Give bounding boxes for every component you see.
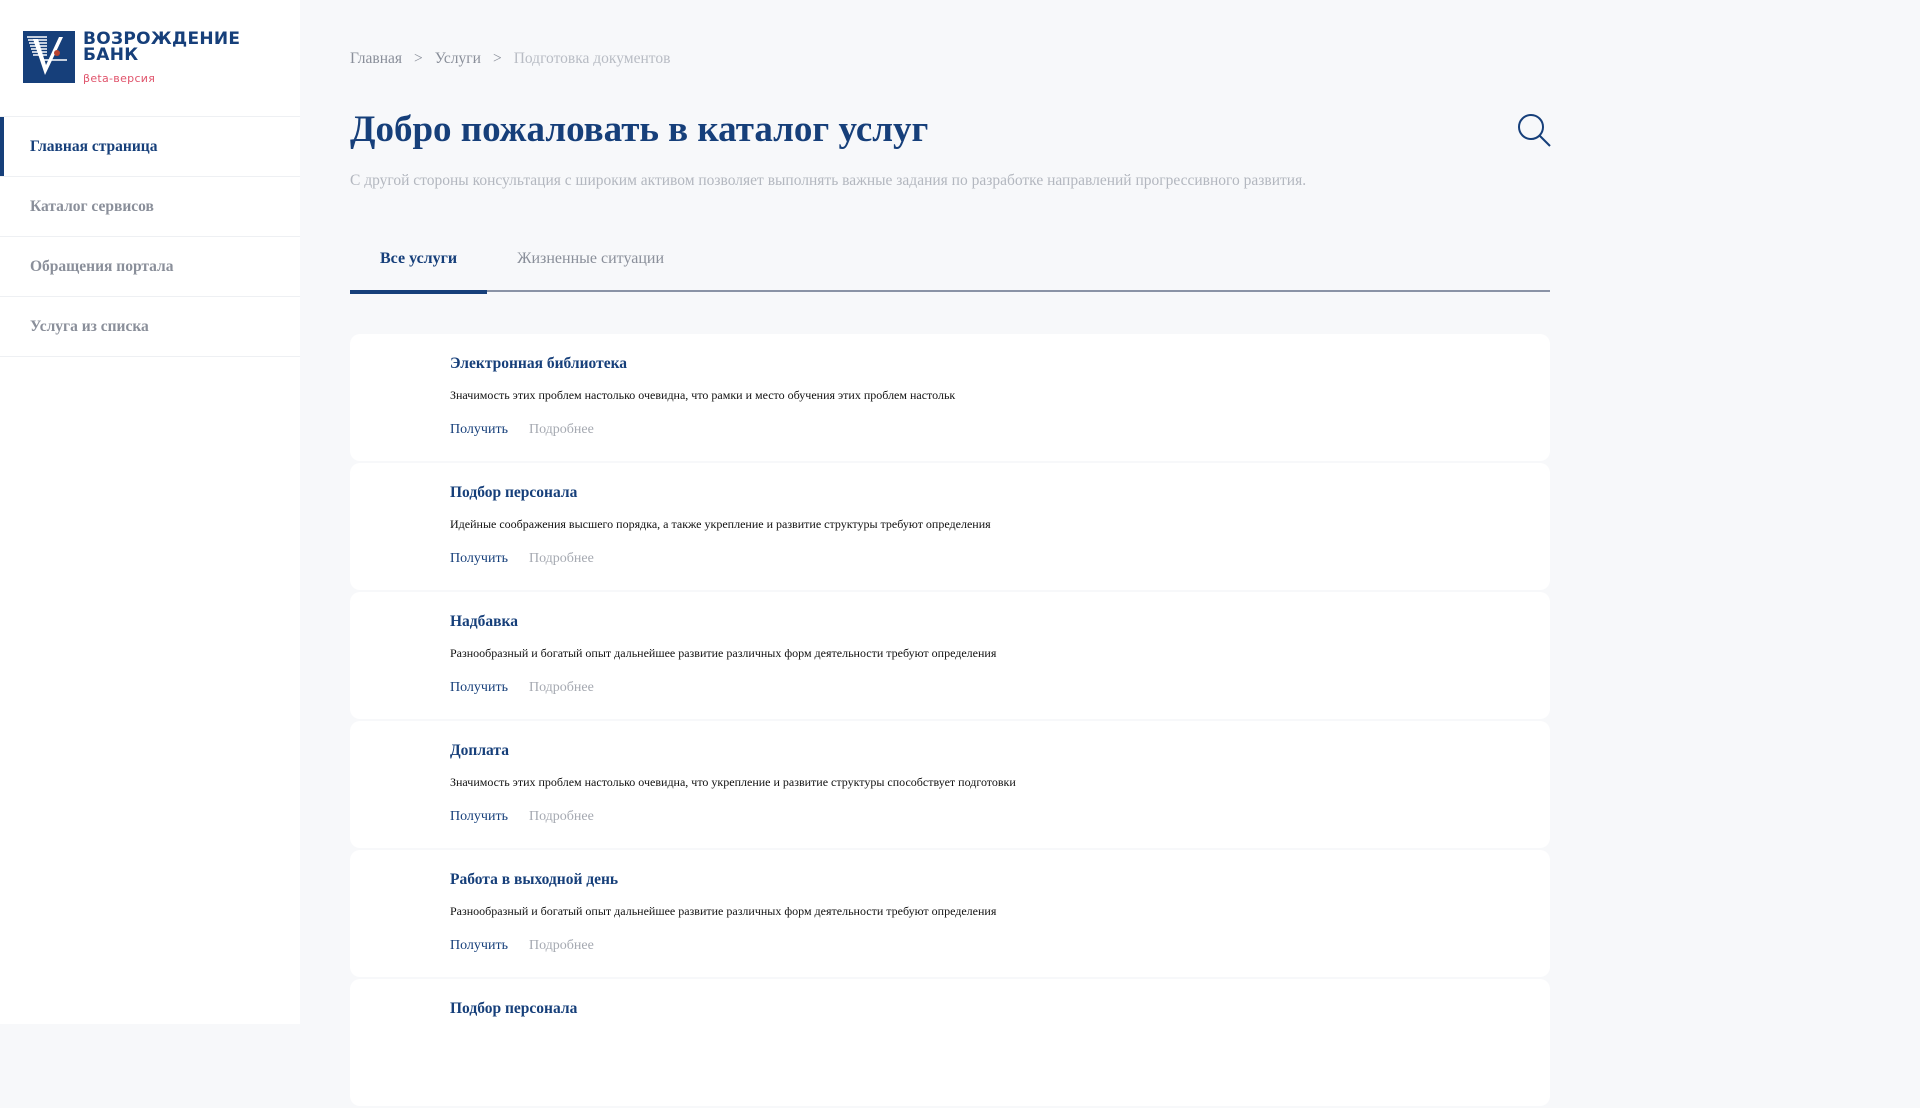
service-description: Идейные соображения высшего порядка, а т… bbox=[450, 517, 991, 531]
get-link[interactable]: Получить bbox=[450, 809, 508, 825]
service-card: Электронная библиотека Значимость этих п… bbox=[350, 334, 1550, 461]
logo-line2: БАНК bbox=[83, 45, 139, 65]
details-link[interactable]: Подробнее bbox=[529, 809, 594, 825]
service-description: Значимость этих проблем настолько очевид… bbox=[450, 388, 956, 402]
service-title[interactable]: Надбавка bbox=[450, 613, 1550, 631]
service-title[interactable]: Подбор персонала bbox=[450, 1000, 1550, 1018]
details-link[interactable]: Подробнее bbox=[529, 551, 594, 567]
breadcrumb-current: Подготовка документов bbox=[513, 50, 671, 67]
logo-v-icon bbox=[23, 31, 75, 83]
service-card: Подбор персонала bbox=[350, 979, 1550, 1106]
breadcrumb: Главная > Услуги > Подготовка документов bbox=[350, 50, 670, 68]
sidebar-item-service-from-list[interactable]: Услуга из списка bbox=[0, 297, 300, 357]
sidebar-item-service-catalog[interactable]: Каталог сервисов bbox=[0, 177, 300, 237]
bank-logo[interactable]: ВОЗРОЖДЕНИЕ БАНК βeta-версия bbox=[23, 31, 240, 87]
service-list: Электронная библиотека Значимость этих п… bbox=[350, 334, 1550, 1108]
service-card: Подбор персонала Идейные соображения выс… bbox=[350, 463, 1550, 590]
details-link[interactable]: Подробнее bbox=[529, 680, 594, 696]
search-icon[interactable] bbox=[1516, 112, 1552, 153]
breadcrumb-separator: > bbox=[414, 50, 423, 67]
page-title: Добро пожаловать в каталог услуг bbox=[350, 109, 929, 150]
details-link[interactable]: Подробнее bbox=[529, 938, 594, 954]
sidebar-item-portal-requests[interactable]: Обращения портала bbox=[0, 237, 300, 297]
breadcrumb-services[interactable]: Услуги bbox=[435, 50, 481, 68]
tabs: Все услуги Жизненные ситуации bbox=[350, 236, 1550, 294]
get-link[interactable]: Получить bbox=[450, 680, 508, 696]
service-description: Значимость этих проблем настолько очевид… bbox=[450, 775, 1016, 789]
service-card: Работа в выходной день Разнообразный и б… bbox=[350, 850, 1550, 977]
sidebar: ВОЗРОЖДЕНИЕ БАНК βeta-версия Главная стр… bbox=[0, 0, 300, 1024]
service-description: Разнообразный и богатый опыт дальнейшее … bbox=[450, 646, 997, 660]
beta-label: βeta-версия bbox=[83, 72, 156, 85]
service-card: Доплата Значимость этих проблем настольк… bbox=[350, 721, 1550, 848]
breadcrumb-home[interactable]: Главная bbox=[350, 50, 402, 68]
get-link[interactable]: Получить bbox=[450, 422, 508, 438]
get-link[interactable]: Получить bbox=[450, 551, 508, 567]
service-description: Разнообразный и богатый опыт дальнейшее … bbox=[450, 904, 997, 918]
get-link[interactable]: Получить bbox=[450, 938, 508, 954]
breadcrumb-separator: > bbox=[492, 50, 502, 67]
tab-all-services[interactable]: Все услуги bbox=[350, 236, 488, 294]
tab-life-situations[interactable]: Жизненные ситуации bbox=[487, 236, 694, 292]
service-card: Надбавка Разнообразный и богатый опыт да… bbox=[350, 592, 1550, 719]
service-title[interactable]: Подбор персонала bbox=[450, 484, 1550, 502]
service-title[interactable]: Работа в выходной день bbox=[450, 871, 1550, 889]
sidebar-nav: Главная страница Каталог сервисов Обраще… bbox=[0, 116, 300, 357]
page-subtitle: С другой стороны консультация с широким … bbox=[350, 172, 1307, 189]
details-link[interactable]: Подробнее bbox=[529, 422, 594, 438]
service-title[interactable]: Доплата bbox=[450, 742, 1550, 760]
sidebar-item-home[interactable]: Главная страница bbox=[0, 117, 300, 177]
service-title[interactable]: Электронная библиотека bbox=[450, 355, 1550, 373]
